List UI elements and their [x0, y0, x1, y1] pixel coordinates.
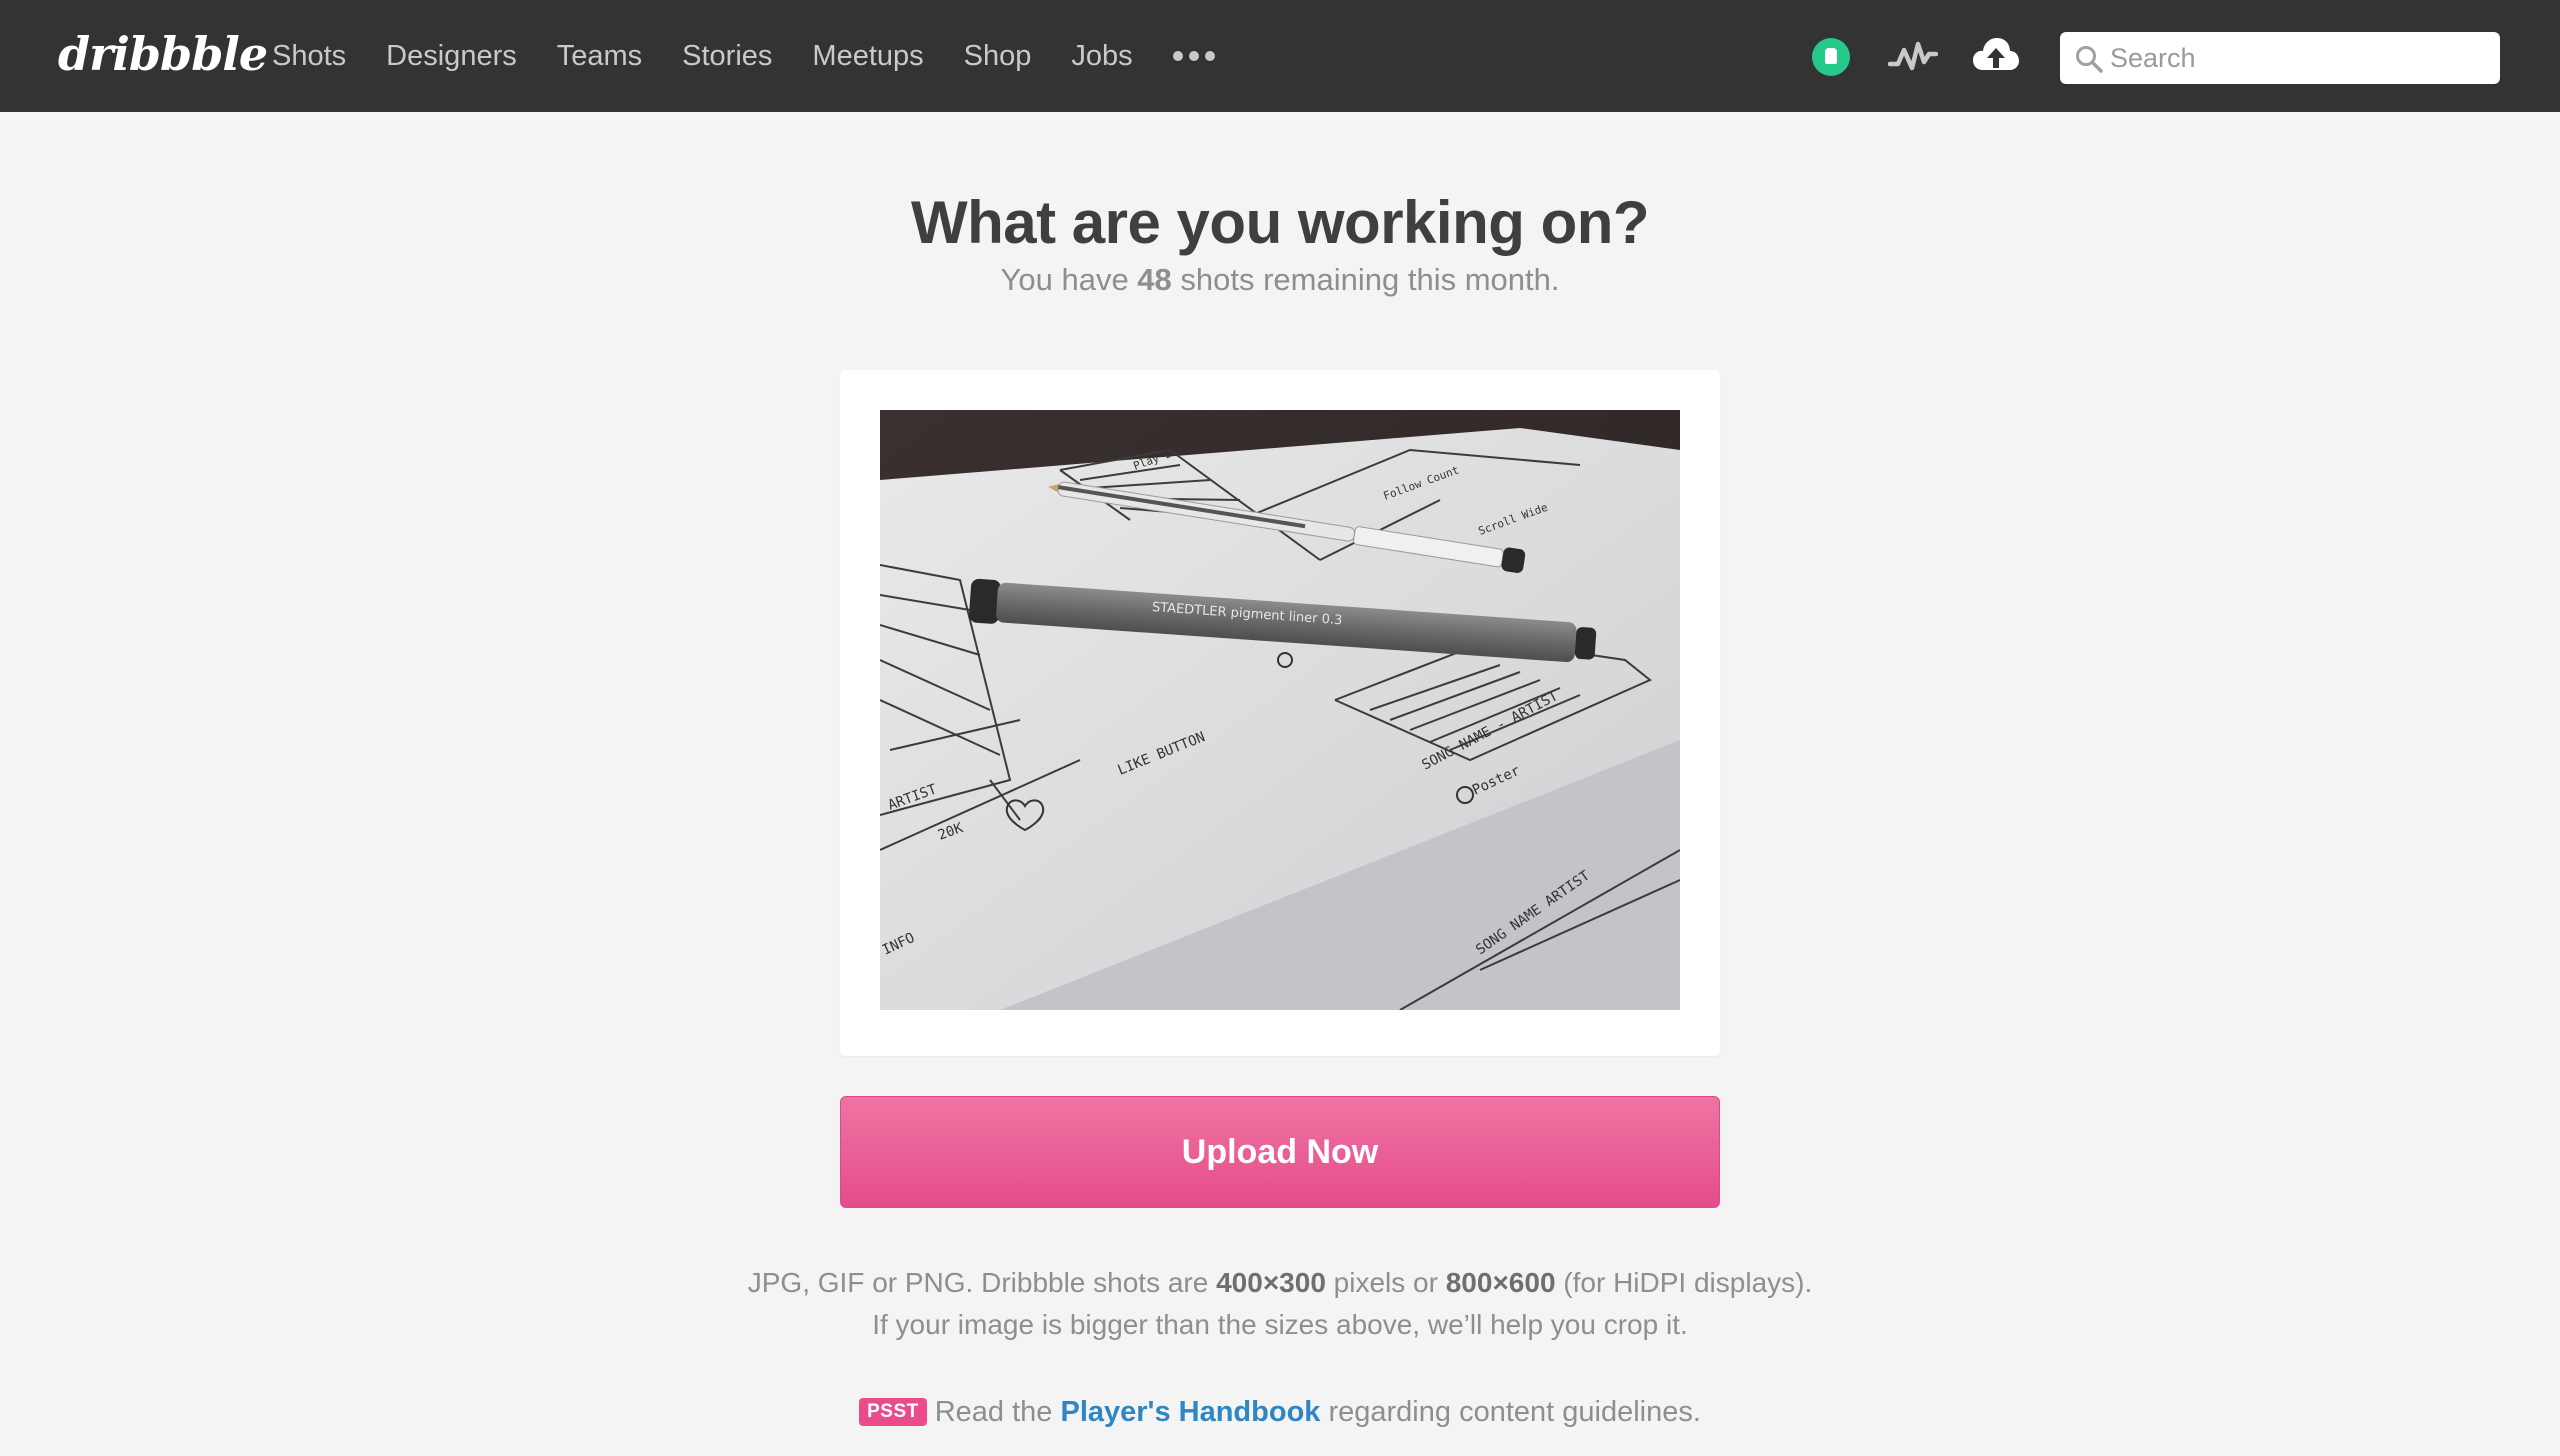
nav-item-jobs[interactable]: Jobs [1071, 0, 1132, 112]
nav-item-designers[interactable]: Designers [386, 0, 517, 112]
search-field[interactable] [2060, 32, 2500, 84]
players-handbook-link[interactable]: Player's Handbook [1060, 1396, 1320, 1428]
upload-requirements: JPG, GIF or PNG. Dribbble shots are 400×… [0, 1262, 2560, 1346]
format-suffix: (for HiDPI displays). [1555, 1267, 1813, 1298]
upload-now-button[interactable]: Upload Now [840, 1096, 1720, 1208]
size-hidpi: 800×600 [1445, 1267, 1556, 1298]
psst-badge: PSST [859, 1398, 927, 1426]
search-icon [2076, 46, 2103, 73]
cloud-upload-icon[interactable] [1972, 34, 2020, 76]
format-prefix: JPG, GIF or PNG. Dribbble shots are [747, 1267, 1217, 1298]
sub-prefix: You have [1000, 262, 1138, 297]
format-line: JPG, GIF or PNG. Dribbble shots are 400×… [0, 1262, 2560, 1304]
guidelines-note: PSST Read the Player's Handbook regarding… [0, 1396, 2560, 1429]
dot [1172, 51, 1183, 61]
nav-item-stories[interactable]: Stories [682, 0, 772, 112]
dot [1188, 51, 1199, 61]
sample-shot-image: LIKE BUTTON ARTIST 20K INFO SONG NAME - … [880, 410, 1680, 1010]
more-ellipsis-icon[interactable] [1172, 0, 1215, 112]
search-input[interactable] [2110, 42, 2480, 74]
sub-suffix: shots remaining this month. [1171, 262, 1560, 297]
top-navigation-bar: dribbble Shots Designers Teams Stories M… [0, 0, 2560, 112]
nav-item-shots[interactable]: Shots [272, 0, 346, 112]
psst-prefix: Read the [934, 1396, 1061, 1428]
crop-line: If your image is bigger than the sizes a… [872, 1309, 1688, 1340]
nav-item-meetups[interactable]: Meetups [812, 0, 923, 112]
page-title: What are you working on? [910, 189, 1650, 256]
activity-icon[interactable] [1888, 36, 1938, 76]
format-mid: pixels or [1325, 1267, 1446, 1298]
nav-item-shop[interactable]: Shop [964, 0, 1032, 112]
dribbble-logo[interactable]: dribbble [58, 24, 268, 84]
dot [1204, 51, 1215, 61]
size-standard: 400×300 [1216, 1267, 1326, 1298]
shot-preview-card: LIKE BUTTON ARTIST 20K INFO SONG NAME - … [840, 370, 1720, 1056]
psst-suffix: regarding content guidelines. [1320, 1396, 1701, 1428]
pro-badge-icon[interactable] [1812, 38, 1850, 76]
shots-remaining-text: You have 48 shots remaining this month. [0, 262, 2560, 298]
main-nav: Shots Designers Teams Stories Meetups Sh… [272, 0, 1215, 112]
sketch-photo-illustration: LIKE BUTTON ARTIST 20K INFO SONG NAME - … [880, 410, 1680, 1010]
nav-item-teams[interactable]: Teams [557, 0, 642, 112]
shots-remaining-count: 48 [1137, 262, 1172, 297]
